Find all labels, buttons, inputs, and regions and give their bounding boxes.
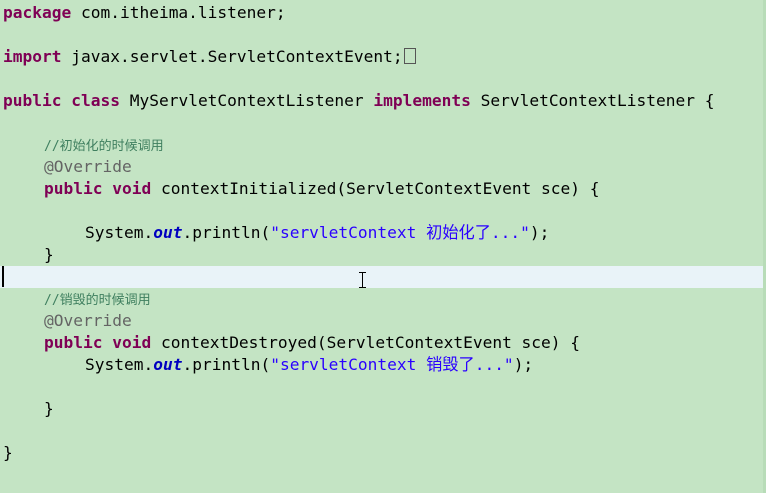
text-cursor-icon bbox=[358, 272, 368, 288]
code-line-current[interactable] bbox=[0, 266, 766, 288]
init-stmt-suffix: ); bbox=[529, 223, 550, 242]
code-line-destroy-signature: public void contextDestroyed(ServletCont… bbox=[0, 332, 766, 354]
init-override-annotation: @Override bbox=[44, 157, 132, 176]
destroy-stmt-prefix: System. bbox=[85, 355, 154, 374]
code-line-package: package com.itheima.listener; bbox=[0, 2, 766, 24]
code-line-init-annotation: @Override bbox=[0, 156, 766, 178]
keyword-class: class bbox=[71, 91, 120, 110]
code-line-init-close: } bbox=[0, 244, 766, 266]
code-line-destroy-close: } bbox=[0, 398, 766, 420]
destroy-keyword-void: void bbox=[112, 333, 152, 352]
destroy-comment: //销毁的时候调用 bbox=[44, 293, 151, 308]
class-close-brace: } bbox=[3, 443, 13, 462]
init-close-brace: } bbox=[44, 245, 54, 264]
destroy-method-signature: contextDestroyed(ServletContextEvent sce… bbox=[160, 333, 581, 352]
destroy-close-brace: } bbox=[44, 399, 54, 418]
keyword-implements: implements bbox=[373, 91, 471, 110]
code-line-init-statement: System.out.println("servletContext 初始化了.… bbox=[0, 222, 766, 244]
init-keyword-public: public bbox=[44, 179, 103, 198]
package-name: com.itheima.listener; bbox=[71, 3, 286, 22]
init-stmt-call: .println( bbox=[182, 223, 271, 242]
code-line-destroy-statement: System.out.println("servletContext 销毁了..… bbox=[0, 354, 766, 376]
init-method-signature: contextInitialized(ServletContextEvent s… bbox=[160, 179, 600, 198]
class-name: MyServletContextListener bbox=[129, 91, 364, 110]
init-comment: //初始化的时候调用 bbox=[44, 139, 164, 154]
destroy-stmt-suffix: ); bbox=[513, 355, 534, 374]
destroy-stmt-call: .println( bbox=[182, 355, 271, 374]
interface-name: ServletContextListener bbox=[480, 91, 695, 110]
code-line-destroy-annotation: @Override bbox=[0, 310, 766, 332]
code-line-class-close: } bbox=[0, 442, 766, 464]
code-line-destroy-comment: //销毁的时候调用 bbox=[0, 288, 766, 310]
folded-imports-marker[interactable] bbox=[403, 48, 416, 64]
init-stmt-prefix: System. bbox=[85, 223, 154, 242]
code-editor[interactable]: package com.itheima.listener; import jav… bbox=[0, 0, 766, 493]
code-line-init-signature: public void contextInitialized(ServletCo… bbox=[0, 178, 766, 200]
keyword-import: import bbox=[3, 47, 62, 66]
init-stmt-string: "servletContext 初始化了..." bbox=[270, 223, 530, 242]
code-line-class-declaration: public class MyServletContextListener im… bbox=[0, 90, 766, 112]
keyword-public: public bbox=[3, 91, 62, 110]
class-open-brace: { bbox=[704, 91, 715, 110]
destroy-stmt-string: "servletContext 销毁了..." bbox=[270, 355, 514, 374]
text-caret bbox=[2, 266, 4, 287]
import-path: javax.servlet.ServletContextEvent; bbox=[61, 47, 403, 66]
code-line-init-comment: //初始化的时候调用 bbox=[0, 134, 766, 156]
destroy-stmt-field: out bbox=[153, 355, 183, 374]
code-line-import: import javax.servlet.ServletContextEvent… bbox=[0, 46, 766, 68]
destroy-keyword-public: public bbox=[44, 333, 103, 352]
init-stmt-field: out bbox=[153, 223, 183, 242]
keyword-package: package bbox=[3, 3, 72, 22]
init-keyword-void: void bbox=[112, 179, 152, 198]
destroy-override-annotation: @Override bbox=[44, 311, 132, 330]
